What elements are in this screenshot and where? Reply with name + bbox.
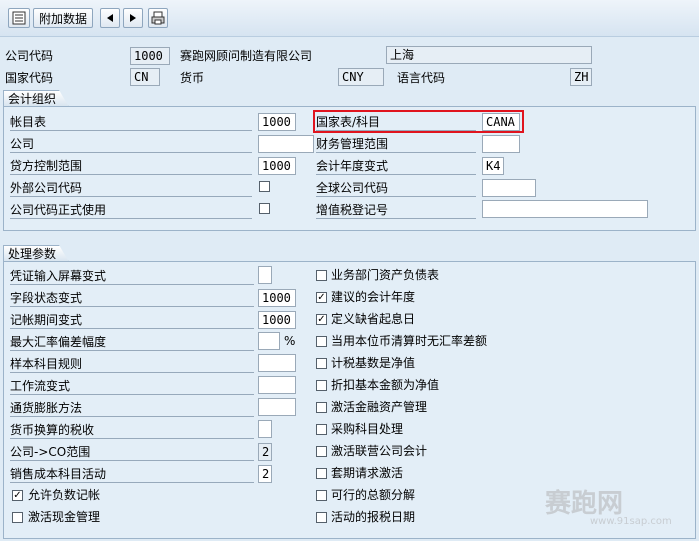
cogs-label: 销售成本科目活动 [10,465,254,483]
no-fx-diff-checkbox[interactable] [316,336,327,347]
doc-entry-label: 凭证输入屏幕变式 [10,267,254,285]
currency-field[interactable]: CNY [338,68,384,86]
tax-net-checkbox[interactable] [316,358,327,369]
default-date-checkbox[interactable]: ✓ [316,314,327,325]
sample-acct-label: 样本科目规则 [10,355,254,373]
tax-currency-field[interactable] [258,420,272,438]
tax-date-label: 活动的报税日期 [331,510,416,524]
credit-control-label: 贷方控制范围 [10,157,252,175]
purchase-acct-checkbox[interactable] [316,424,327,435]
field-status-label: 字段状态变式 [10,289,254,307]
default-date-label: 定义缺省起息日 [331,312,416,326]
discount-net-checkbox[interactable] [316,380,327,391]
application-toolbar: 附加数据 [0,0,699,37]
next-entry-button[interactable] [123,8,143,28]
accounting-org-title: 会计组织 [3,90,69,107]
country-key-label: 国家代码 [5,71,54,85]
posting-period-label: 记帐期间变式 [10,311,254,329]
credit-control-field[interactable]: 1000 [258,157,296,175]
company-name-text: 赛跑网顾问制造有限公司 [180,49,313,63]
doc-entry-field[interactable] [258,266,272,284]
print-button[interactable] [148,8,168,28]
productive-label: 公司代码正式使用 [10,201,252,219]
print-icon [151,11,165,25]
company-field[interactable] [258,135,314,153]
ledger-split-checkbox[interactable] [316,490,327,501]
cash-mgmt-checkbox[interactable] [12,512,23,523]
fiscal-variant-field[interactable]: K4 [482,157,504,175]
overview-button[interactable] [8,8,30,28]
fin-assets-checkbox[interactable] [316,402,327,413]
fiscal-variant-label: 会计年度变式 [316,157,476,175]
ledger-split-label: 可行的总额分解 [331,488,416,502]
biz-area-checkbox[interactable] [316,270,327,281]
ext-company-checkbox[interactable] [259,181,270,192]
productive-checkbox[interactable] [259,203,270,214]
additional-data-button[interactable]: 附加数据 [33,8,94,28]
watermark-logo: 赛跑网 [545,489,624,519]
global-company-label: 全球公司代码 [316,179,476,197]
tax-date-checkbox[interactable] [316,512,327,523]
enable-reversal-checkbox[interactable] [316,468,327,479]
percent-sign: % [284,334,296,348]
jv-label: 激活联营公司会计 [331,444,428,458]
field-status-field[interactable]: 1000 [258,289,296,307]
discount-net-label: 折扣基本金额为净值 [331,378,440,392]
vat-label: 增值税登记号 [316,201,476,219]
workflow-label: 工作流变式 [10,377,254,395]
cogs-field[interactable]: 2 [258,465,272,483]
propose-fy-checkbox[interactable]: ✓ [316,292,327,303]
enable-reversal-label: 套期请求激活 [331,466,404,480]
neg-postings-checkbox[interactable]: ✓ [12,490,23,501]
inflation-label: 通货膨胀方法 [10,399,254,417]
posting-period-field[interactable]: 1000 [258,311,296,329]
chart-of-accounts-label: 帐目表 [10,113,252,131]
propose-fy-label: 建议的会计年度 [331,290,416,304]
co-area-label: 公司->CO范围 [10,443,254,461]
max-rate-dev-field[interactable] [258,332,280,350]
triangle-right-icon [130,14,136,22]
vat-field[interactable] [482,200,648,218]
processing-params-title: 处理参数 [3,245,69,262]
biz-area-label: 业务部门资产负债表 [331,268,440,282]
fin-assets-label: 激活金融资产管理 [331,400,428,414]
cash-mgmt-label: 激活现金管理 [28,510,101,524]
neg-postings-label: 允许负数记帐 [28,488,101,502]
language-label: 语言代码 [397,71,446,85]
highlight-box [313,110,524,133]
global-company-field[interactable] [482,179,536,197]
sample-acct-field[interactable] [258,354,296,372]
chart-of-accounts-field[interactable]: 1000 [258,113,296,131]
max-rate-dev-label: 最大汇率偏差幅度 [10,333,254,351]
fm-area-label: 财务管理范围 [316,135,476,153]
workflow-field[interactable] [258,376,296,394]
language-field[interactable]: ZH [570,68,592,86]
country-key-field[interactable]: CN [130,68,160,86]
ext-company-label: 外部公司代码 [10,179,252,197]
currency-label: 货币 [180,71,205,85]
co-area-field[interactable]: 2 [258,443,272,461]
watermark-url: www.91sap.com [590,516,672,527]
purchase-acct-label: 采购科目处理 [331,422,404,436]
inflation-field[interactable] [258,398,296,416]
jv-checkbox[interactable] [316,446,327,457]
tax-currency-label: 货币换算的税收 [10,421,254,439]
list-icon [12,11,26,25]
company-label: 公司 [10,135,252,153]
city-field[interactable]: 上海 [386,46,592,64]
company-code-field[interactable]: 1000 [130,47,170,65]
company-code-label: 公司代码 [5,49,54,63]
previous-entry-button[interactable] [100,8,120,28]
triangle-left-icon [107,14,113,22]
tax-net-label: 计税基数是净值 [331,356,416,370]
fm-area-field[interactable] [482,135,520,153]
no-fx-diff-label: 当用本位币清算时无汇率差额 [331,334,488,348]
